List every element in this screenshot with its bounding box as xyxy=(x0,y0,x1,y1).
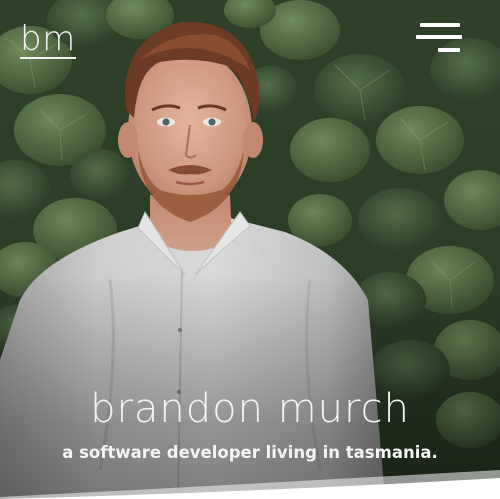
menu-bar-top xyxy=(420,23,460,27)
hero-tagline: a software developer living in tasmania. xyxy=(62,443,438,462)
hamburger-menu-icon[interactable] xyxy=(416,22,464,56)
menu-bar-bottom xyxy=(438,48,460,52)
bottom-curve-divider xyxy=(0,470,500,499)
hero-section: bm brandon murch a software developer li… xyxy=(0,0,500,499)
menu-bar-middle xyxy=(416,35,462,39)
hero-name-heading: brandon murch xyxy=(90,386,410,432)
site-logo[interactable]: bm xyxy=(20,22,76,59)
